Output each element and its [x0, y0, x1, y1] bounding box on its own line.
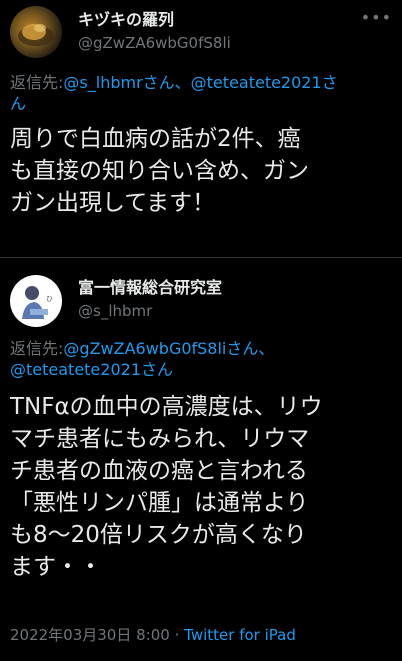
- tweet-2[interactable]: ひ 富一情報総合研究室 @s_lhbmr 返信先:@gZwZA6wbG0fS8l…: [0, 258, 402, 661]
- tweet-text: TNFαの血中の高濃度は、リウ マチ患者にもみられ、リウマ チ患者の血液の癌と言…: [10, 391, 394, 583]
- svg-text:ひ: ひ: [46, 295, 53, 303]
- reply-label: 返信先:: [10, 339, 64, 358]
- reply-label: 返信先:: [10, 73, 64, 92]
- tweet-text-line: 周りで白血病の話が2件、癌: [10, 126, 301, 152]
- tweet-text-line: マチ患者にもみられ、リウマ: [10, 426, 310, 452]
- avatar-image: ひ: [22, 286, 53, 319]
- tweet-text-line: TNFαの血中の高濃度は、リウ: [10, 394, 323, 420]
- reply-mention-1[interactable]: @gZwZA6wbG0fS8liさん、: [63, 339, 274, 358]
- client-link[interactable]: Twitter for iPad: [184, 626, 296, 644]
- tweet-meta: 2022年03月30日 8:00 · Twitter for iPad: [10, 624, 296, 645]
- reply-to-line: 返信先:@gZwZA6wbG0fS8liさん、 @teteatete2021さん: [10, 338, 392, 380]
- more-dots-icon[interactable]: •••: [361, 8, 392, 27]
- timestamp[interactable]: 2022年03月30日 8:00: [10, 626, 170, 644]
- tweet-text: 周りで白血病の話が2件、癌 も直接の知り合い含め、ガン ガン出現してます！: [10, 123, 394, 219]
- reply-mention-1[interactable]: @s_lhbmrさん、: [63, 73, 190, 92]
- user-handle[interactable]: @gZwZA6wbG0fS8li: [78, 34, 231, 52]
- tweet-1[interactable]: キヅキの羅列 @gZwZA6wbG0fS8li ••• 返信先:@s_lhbmr…: [0, 0, 402, 258]
- tweet-text-line: も8〜20倍リスクが高くなり: [10, 522, 307, 548]
- display-name[interactable]: 富一情報総合研究室: [78, 274, 222, 298]
- avatar[interactable]: [10, 6, 62, 58]
- tweet-text-line: チ患者の血液の癌と言われる: [10, 458, 308, 484]
- tweet-text-line: 「悪性リンパ腫」は通常より: [10, 490, 309, 516]
- meta-separator: ·: [174, 626, 180, 644]
- display-name[interactable]: キヅキの羅列: [78, 6, 174, 30]
- user-handle[interactable]: @s_lhbmr: [78, 302, 152, 320]
- tweet-text-line: ます・・: [10, 554, 102, 580]
- tweet-text-line: も直接の知り合い含め、ガン: [10, 158, 309, 184]
- reply-to-line: 返信先:@s_lhbmrさん、@teteatete2021さん: [10, 72, 392, 114]
- reply-mention-2[interactable]: @teteatete2021さ: [191, 73, 338, 92]
- avatar[interactable]: ひ: [10, 275, 62, 327]
- reply-mention-2-suffix[interactable]: ん: [10, 94, 26, 113]
- tweet-text-line: ガン出現してます！: [10, 190, 216, 216]
- avatar-image: [18, 24, 54, 46]
- reply-mention-2[interactable]: @teteatete2021さん: [10, 360, 173, 379]
